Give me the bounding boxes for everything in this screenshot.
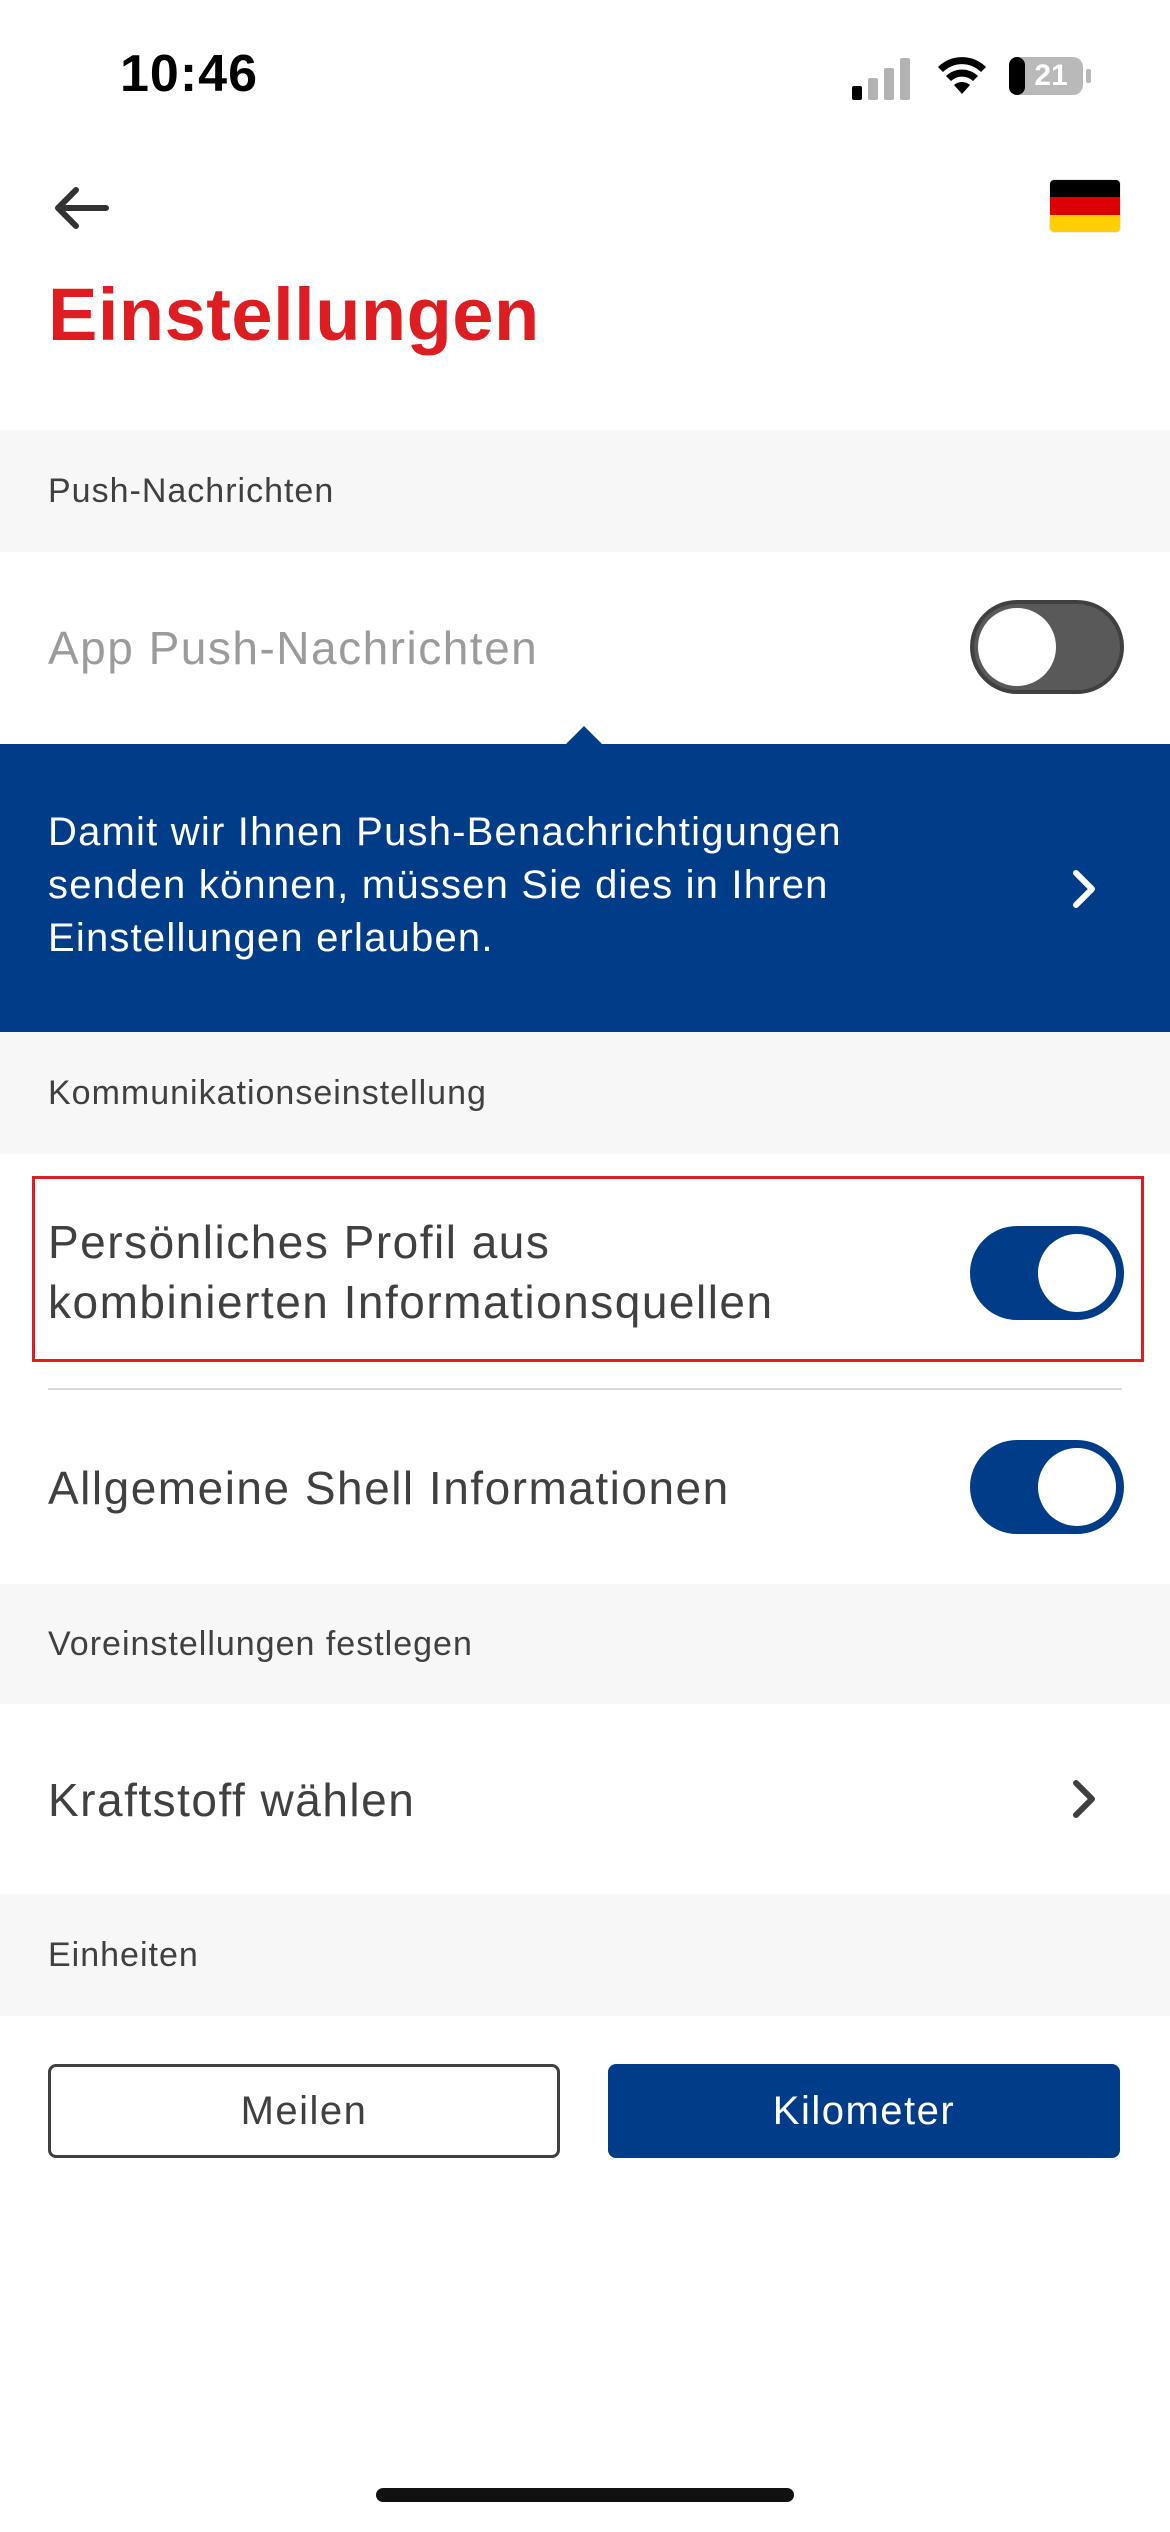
- profile-label-line1: Persönliches Profil aus: [48, 1216, 551, 1268]
- cellular-signal-icon: [852, 58, 910, 100]
- banner-text: Damit wir Ihnen Push-Benachrichtigungen …: [48, 810, 842, 960]
- chevron-right-icon: [1073, 870, 1095, 908]
- divider: [48, 1388, 1122, 1390]
- status-time: 10:46: [120, 45, 258, 103]
- app-push-label: App Push-Nachrichten: [48, 622, 539, 674]
- profile-label-line2: kombinierten Informationsquellen: [48, 1276, 774, 1328]
- germany-flag-icon[interactable]: [1050, 180, 1120, 232]
- miles-button[interactable]: Meilen: [48, 2064, 560, 2158]
- chevron-right-icon: [1073, 1780, 1095, 1818]
- battery-level: 21: [1034, 59, 1068, 92]
- fuel-select-label: Kraftstoff wählen: [48, 1774, 416, 1826]
- toggle-knob: [978, 608, 1056, 686]
- section-header-push: Push-Nachrichten: [0, 430, 1170, 552]
- toggle-knob: [1038, 1448, 1116, 1526]
- home-indicator[interactable]: [376, 2488, 794, 2502]
- section-header-communication: Kommunikationseinstellung: [0, 1032, 1170, 1154]
- toggle-knob: [1038, 1234, 1116, 1312]
- general-info-label: Allgemeine Shell Informationen: [48, 1462, 730, 1514]
- page-title: Einstellungen: [48, 273, 540, 356]
- app-push-toggle[interactable]: [970, 600, 1124, 694]
- wifi-icon: [938, 57, 986, 94]
- profile-toggle[interactable]: [970, 1226, 1124, 1320]
- kilometer-button[interactable]: Kilometer: [608, 2064, 1120, 2158]
- section-header-presets: Voreinstellungen festlegen: [0, 1584, 1170, 1704]
- battery-icon: 21: [1008, 56, 1092, 96]
- general-info-toggle[interactable]: [970, 1440, 1124, 1534]
- section-header-units: Einheiten: [0, 1894, 1170, 2016]
- arrow-left-icon[interactable]: [48, 180, 124, 236]
